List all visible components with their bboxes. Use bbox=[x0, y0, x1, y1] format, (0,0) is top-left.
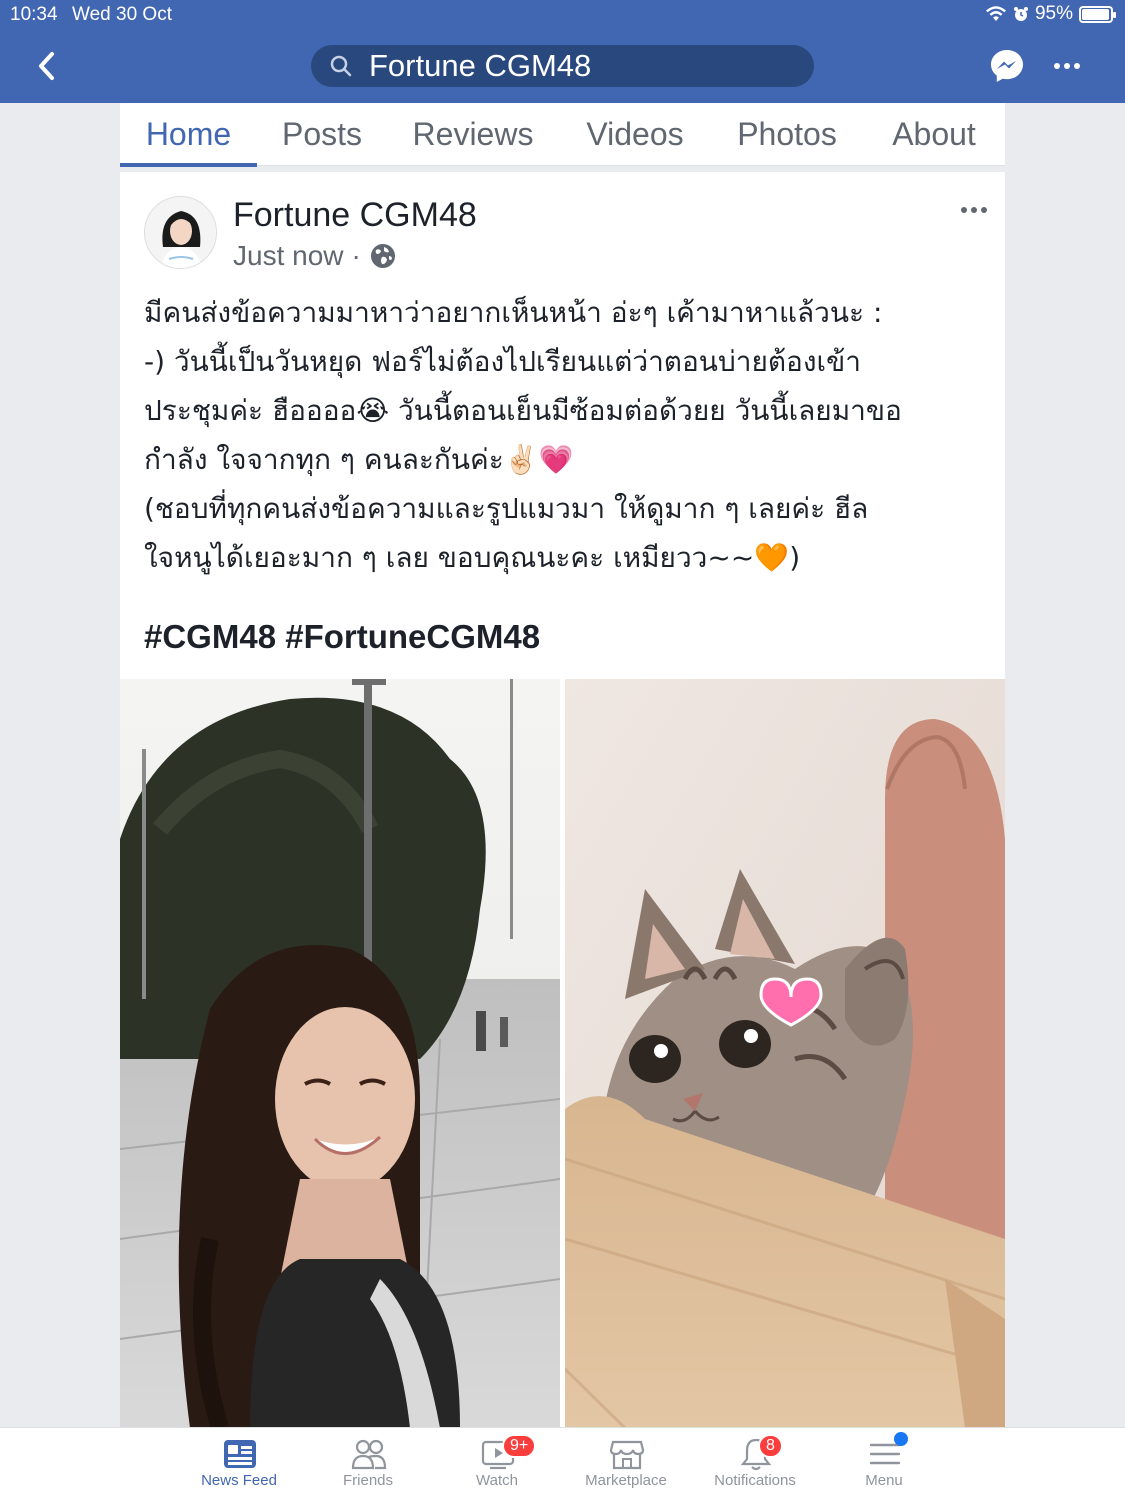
top-bar: 10:34 Wed 30 Oct 95% Fortune CGM48 bbox=[0, 0, 1125, 103]
messenger-icon[interactable] bbox=[989, 48, 1025, 84]
menu-notification-dot bbox=[894, 1432, 908, 1446]
nav-friends[interactable]: Friends bbox=[303, 1428, 433, 1500]
status-right: 95% bbox=[985, 3, 1116, 25]
nav-watch[interactable]: 9+ Watch bbox=[432, 1428, 562, 1500]
alarm-icon bbox=[1013, 7, 1028, 21]
status-time: 10:34 bbox=[10, 4, 58, 25]
nav-menu[interactable]: Menu bbox=[819, 1428, 949, 1500]
tab-reviews[interactable]: Reviews bbox=[392, 103, 554, 166]
battery-percent: 95% bbox=[1034, 3, 1073, 24]
post-time[interactable]: Just now bbox=[233, 240, 344, 272]
more-options-icon[interactable] bbox=[1050, 52, 1084, 80]
hashtag-link[interactable]: #FortuneCGM48 bbox=[285, 618, 540, 655]
news-feed-icon bbox=[224, 1440, 256, 1468]
search-text: Fortune CGM48 bbox=[369, 48, 592, 83]
post-body: มีคนส่งข้อความมาหาว่าอยากเห็นหน้า อ่ะๆ เ… bbox=[144, 296, 902, 574]
portrait-photo bbox=[120, 679, 560, 1428]
post-options-icon[interactable] bbox=[959, 200, 989, 220]
nav-marketplace-label: Marketplace bbox=[585, 1472, 667, 1489]
tab-posts[interactable]: Posts bbox=[257, 103, 387, 166]
tab-photos[interactable]: Photos bbox=[716, 103, 858, 166]
post-photo-portrait[interactable] bbox=[120, 679, 560, 1428]
post-photo-cat[interactable] bbox=[565, 679, 1005, 1428]
post-card: Fortune CGM48 Just now · มีคนส่งข้อความม… bbox=[120, 172, 1005, 1428]
nav-watch-label: Watch bbox=[476, 1472, 518, 1489]
cat-photo bbox=[565, 679, 1005, 1428]
wifi-icon bbox=[985, 6, 1006, 21]
bottom-nav: News Feed Friends 9+ Watch Marketplace 8… bbox=[0, 1427, 1125, 1500]
tab-about[interactable]: About bbox=[872, 103, 996, 166]
tab-videos[interactable]: Videos bbox=[564, 103, 706, 166]
marketplace-icon bbox=[609, 1440, 645, 1470]
post-author[interactable]: Fortune CGM48 bbox=[233, 196, 477, 235]
nav-friends-label: Friends bbox=[342, 1472, 394, 1489]
tab-home[interactable]: Home bbox=[120, 103, 257, 167]
globe-icon bbox=[370, 244, 395, 268]
nav-marketplace[interactable]: Marketplace bbox=[561, 1428, 691, 1500]
search-icon bbox=[330, 55, 352, 77]
page-tabs: Home Posts Reviews Videos Photos About bbox=[120, 103, 1005, 167]
back-button[interactable] bbox=[30, 48, 66, 84]
nav-menu-label: Menu bbox=[865, 1472, 903, 1489]
nav-notifications-label: Notifications bbox=[714, 1472, 796, 1489]
avatar[interactable] bbox=[144, 196, 217, 269]
battery-fill bbox=[1082, 8, 1109, 20]
post-meta: Just now · bbox=[233, 240, 397, 272]
post-hashtags: #CGM48 #FortuneCGM48 bbox=[144, 618, 540, 656]
notifications-badge: 8 bbox=[758, 1434, 783, 1458]
nav-notifications[interactable]: 8 Notifications bbox=[690, 1428, 820, 1500]
friends-icon bbox=[351, 1439, 387, 1470]
battery-icon bbox=[1079, 5, 1116, 23]
nav-news-feed-label: News Feed bbox=[201, 1472, 277, 1489]
watch-badge: 9+ bbox=[502, 1434, 537, 1458]
status-date: Wed 30 Oct bbox=[72, 4, 172, 25]
search-input[interactable]: Fortune CGM48 bbox=[311, 45, 814, 87]
nav-news-feed[interactable]: News Feed bbox=[174, 1428, 304, 1500]
meta-separator: · bbox=[351, 240, 361, 271]
hashtag-link[interactable]: #CGM48 bbox=[144, 618, 276, 655]
status-bar: 10:34 Wed 30 Oct 95% bbox=[0, 0, 1125, 30]
avatar-image bbox=[145, 197, 216, 268]
